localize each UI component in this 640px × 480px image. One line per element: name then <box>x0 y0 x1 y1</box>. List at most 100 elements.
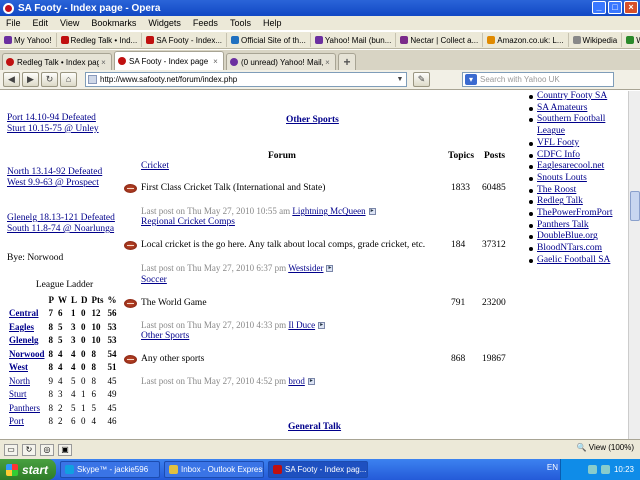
bookmark-item[interactable]: Windows Live Ho... <box>622 33 640 47</box>
last-post-author-link[interactable]: brod <box>288 376 305 386</box>
menu-widgets[interactable]: Widgets <box>142 18 187 28</box>
language-indicator[interactable]: EN <box>547 463 558 472</box>
close-button[interactable]: × <box>624 1 638 14</box>
yahoo-search-icon[interactable]: ▾ <box>465 74 477 85</box>
external-site-link[interactable]: Gaelic Football SA <box>537 255 610 265</box>
forum-name[interactable]: Any other sports <box>141 354 204 364</box>
ladder-team-link[interactable]: Eagles <box>7 320 47 334</box>
menu-file[interactable]: File <box>0 18 27 28</box>
external-site-link[interactable]: BloodNTars.com <box>537 243 602 253</box>
close-tab-icon[interactable]: × <box>323 58 332 67</box>
score-line[interactable]: North 13.14-92 Defeated <box>7 167 122 178</box>
close-tab-icon[interactable]: × <box>99 58 108 67</box>
home-button[interactable]: ⌂ <box>60 72 77 87</box>
forum-name[interactable]: The World Game <box>141 298 207 308</box>
external-site-link[interactable]: The Roost <box>537 185 576 195</box>
browser-tab[interactable]: (0 unread) Yahoo! Mail, ...× <box>226 53 336 70</box>
turbo-button[interactable]: ↻ <box>22 443 36 456</box>
forum-category-link[interactable]: Regional Cricket Comps <box>141 217 235 227</box>
external-site-link[interactable]: Snouts Louts <box>537 173 587 183</box>
menu-tools[interactable]: Tools <box>224 18 257 28</box>
bookmark-item[interactable]: SA Footy - Index... <box>142 33 228 47</box>
ladder-cell: 8 <box>48 348 54 359</box>
view-latest-post-icon[interactable]: ▸ <box>326 265 334 273</box>
forum-name[interactable]: First Class Cricket Talk (International … <box>141 183 325 193</box>
maximize-button[interactable]: □ <box>608 1 622 14</box>
menu-feeds[interactable]: Feeds <box>187 18 224 28</box>
forum-category-link[interactable]: Other Sports <box>141 331 189 341</box>
menu-view[interactable]: View <box>54 18 85 28</box>
start-button[interactable]: start <box>0 459 56 480</box>
new-tab-button[interactable]: + <box>338 53 356 70</box>
general-talk-heading[interactable]: General Talk <box>288 422 341 432</box>
zoom-control[interactable]: 🔍 View (100%) <box>577 443 634 452</box>
external-site-link[interactable]: CDFC Info <box>537 150 580 160</box>
panel-toggle-button[interactable]: ▭ <box>4 443 18 456</box>
network-icon[interactable] <box>587 465 597 474</box>
ladder-team-link[interactable]: Norwood <box>7 347 47 361</box>
bookmark-item[interactable]: Redleg Talk • Ind... <box>57 33 143 47</box>
score-line[interactable]: Sturt 10.15-75 @ Unley <box>7 124 122 135</box>
skype-tray-icon[interactable] <box>600 465 610 474</box>
ladder-team-link[interactable]: Central <box>7 307 47 321</box>
ladder-team-link[interactable]: North <box>7 374 47 388</box>
view-latest-post-icon[interactable]: ▸ <box>307 378 315 386</box>
last-post-author-link[interactable]: Lightning McQueen <box>292 206 365 216</box>
close-tab-icon[interactable]: × <box>211 57 220 66</box>
ladder-cell: 53 <box>107 335 117 346</box>
menu-bookmarks[interactable]: Bookmarks <box>85 18 142 28</box>
scrollbar-thumb[interactable] <box>630 191 640 221</box>
ladder-team-link[interactable]: Glenelg <box>7 334 47 348</box>
last-post-author-link[interactable]: Il Duce <box>288 320 315 330</box>
bookmark-item[interactable]: My Yahoo! <box>0 33 57 47</box>
forward-button[interactable]: ▶ <box>22 72 39 87</box>
external-site-link[interactable]: ThePowerFromPort <box>537 208 612 218</box>
forum-category-link[interactable]: Soccer <box>141 275 167 285</box>
reload-button[interactable]: ↻ <box>41 72 58 87</box>
forum-name[interactable]: Local cricket is the go here. Any talk a… <box>141 240 425 250</box>
score-line[interactable]: Port 14.10-94 Defeated <box>7 113 122 124</box>
last-post-author-link[interactable]: Westsider <box>288 263 323 273</box>
external-site-link[interactable]: SA Amateurs <box>537 103 587 113</box>
taskbar-window-button[interactable]: Inbox - Outlook Express <box>164 461 264 478</box>
ladder-team-link[interactable]: Panthers <box>7 401 47 415</box>
ladder-team-link[interactable]: West <box>7 361 47 375</box>
forum-category-link[interactable]: Cricket <box>141 161 169 171</box>
widgets-button[interactable]: ◎ <box>40 443 54 456</box>
bookmark-item[interactable]: Wikipedia <box>569 33 623 47</box>
bookmark-item[interactable]: Nectar | Collect a... <box>396 33 484 47</box>
external-site-link[interactable]: Eaglesarecool.net <box>537 161 604 171</box>
back-button[interactable]: ◀ <box>3 72 20 87</box>
browser-tab[interactable]: Redleg Talk • Index page × <box>2 53 112 70</box>
bookmark-item[interactable]: Amazon.co.uk: L... <box>483 33 569 47</box>
view-latest-post-icon[interactable]: ▸ <box>368 208 376 216</box>
bookmark-item[interactable]: Official Site of th... <box>227 33 311 47</box>
score-line[interactable]: Glenelg 18.13-121 Defeated <box>7 213 122 224</box>
external-site-link[interactable]: VFL Footy <box>537 138 579 148</box>
ladder-row: Panthers 8 2 5 1 5 45 <box>7 401 119 415</box>
ladder-team-link[interactable]: Port <box>7 415 47 429</box>
wand-button[interactable]: ✎ <box>413 72 430 87</box>
bookmark-item[interactable]: Yahoo! Mail (bun... <box>311 33 397 47</box>
external-site-link[interactable]: Southern Football League <box>537 114 605 136</box>
minimize-button[interactable]: _ <box>592 1 606 14</box>
menu-help[interactable]: Help <box>257 18 288 28</box>
score-line[interactable]: West 9.9-63 @ Prospect <box>7 178 122 189</box>
other-sports-heading[interactable]: Other Sports <box>286 115 339 125</box>
view-latest-post-icon[interactable]: ▸ <box>318 322 326 330</box>
unite-button[interactable]: ▣ <box>58 443 72 456</box>
menu-edit[interactable]: Edit <box>27 18 55 28</box>
taskbar-window-button[interactable]: Skype™ - jackie596 <box>60 461 160 478</box>
chevron-down-icon[interactable]: ▼ <box>394 76 406 83</box>
vertical-scrollbar[interactable] <box>628 91 640 439</box>
score-line[interactable]: South 11.8-74 @ Noarlunga <box>7 224 122 235</box>
taskbar-window-button[interactable]: SA Footy - Index pag... <box>268 461 368 478</box>
address-field[interactable]: http://www.safooty.net/forum/index.php ▼ <box>85 72 407 87</box>
ladder-team-link[interactable]: Sturt <box>7 388 47 402</box>
external-site-link[interactable]: Redleg Talk <box>537 196 583 206</box>
external-site-link[interactable]: Panthers Talk <box>537 220 589 230</box>
search-input[interactable]: ▾ Search with Yahoo UK <box>462 72 614 87</box>
browser-tab[interactable]: SA Footy - Index page × <box>114 51 224 70</box>
external-site-link[interactable]: Country Footy SA <box>537 91 607 101</box>
external-site-link[interactable]: DoubleBlue.org <box>537 231 598 241</box>
